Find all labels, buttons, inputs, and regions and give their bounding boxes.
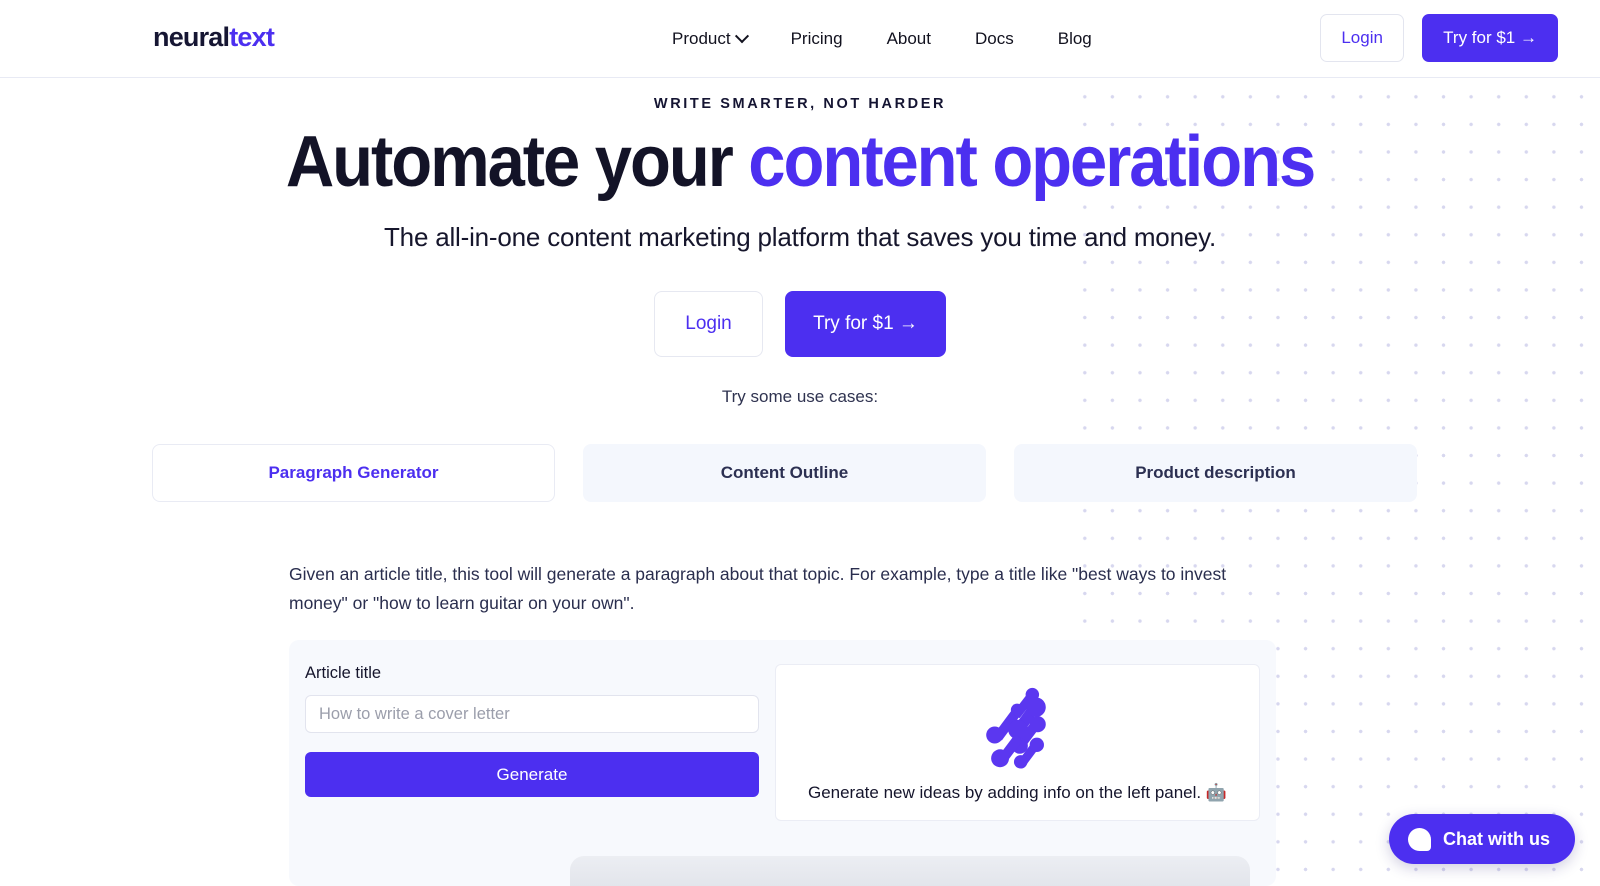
- use-case-tabs: Paragraph Generator Content Outline Prod…: [152, 444, 1417, 502]
- nav-item-docs[interactable]: Docs: [953, 21, 1036, 57]
- hero-subheading: The all-in-one content marketing platfor…: [384, 221, 1216, 252]
- tab-content-outline[interactable]: Content Outline: [583, 444, 986, 502]
- header-try-button[interactable]: Try for $1 →: [1422, 14, 1558, 62]
- page-title: Automate your content operations: [56, 122, 1544, 202]
- tab-label: Content Outline: [720, 463, 849, 482]
- logo-text-primary: neural: [153, 22, 230, 52]
- hero-eyebrow: WRITE SMARTER, NOT HARDER: [653, 96, 947, 112]
- hero-section: WRITE SMARTER, NOT HARDER Automate your …: [0, 78, 1600, 407]
- bottom-preview-card: [570, 856, 1250, 886]
- article-title-input[interactable]: [305, 695, 759, 733]
- tool-description: Given an article title, this tool will g…: [289, 564, 1227, 613]
- page-root: neuraltext Product Pricing About Docs Bl…: [0, 0, 1600, 886]
- neural-network-icon: [985, 687, 1046, 769]
- hero-login-button[interactable]: Login: [654, 290, 763, 357]
- header-actions: Login Try for $1 →: [1320, 14, 1558, 62]
- chat-widget-button[interactable]: Chat with us: [1389, 814, 1575, 864]
- hero-try-button[interactable]: Try for $1 →: [785, 290, 946, 357]
- site-header: neuraltext Product Pricing About Docs Bl…: [0, 0, 1600, 78]
- header-login-button[interactable]: Login: [1320, 14, 1405, 62]
- chevron-down-icon: [734, 29, 749, 44]
- nav-item-about[interactable]: About: [865, 21, 953, 57]
- nav-item-label: Product: [672, 29, 731, 48]
- logo-text-accent: text: [229, 22, 275, 52]
- nav-item-label: Blog: [1057, 29, 1092, 48]
- chat-widget-label: Chat with us: [1443, 828, 1550, 849]
- nav-item-label: Pricing: [790, 29, 843, 48]
- nav-item-label: Docs: [975, 29, 1014, 48]
- empty-state-text: Generate new ideas by adding info on the…: [807, 782, 1228, 802]
- nav-item-blog[interactable]: Blog: [1036, 21, 1114, 57]
- tool-panel: Article title Generate: [289, 640, 1276, 886]
- nav-item-product[interactable]: Product: [650, 21, 769, 57]
- hero-cta-group: Login Try for $1 →: [0, 290, 1600, 357]
- tab-paragraph-generator[interactable]: Paragraph Generator: [152, 444, 555, 502]
- tool-output-panel: Generate new ideas by adding info on the…: [775, 664, 1260, 821]
- nav-item-label: About: [886, 29, 931, 48]
- headline-part-accent: content operations: [748, 122, 1316, 202]
- tab-label: Paragraph Generator: [268, 463, 439, 482]
- tab-label: Product description: [1135, 463, 1296, 482]
- generate-button[interactable]: Generate: [305, 752, 759, 797]
- article-title-label: Article title: [305, 664, 382, 682]
- tool-input-column: Article title Generate: [305, 664, 759, 797]
- main-navigation: Product Pricing About Docs Blog: [650, 0, 1114, 78]
- headline-part-dark: Automate your: [285, 122, 734, 202]
- use-cases-label: Try some use cases:: [721, 386, 879, 406]
- tab-product-description[interactable]: Product description: [1014, 444, 1417, 502]
- logo[interactable]: neuraltext: [153, 22, 275, 53]
- chat-bubble-icon: [1408, 827, 1431, 851]
- nav-item-pricing[interactable]: Pricing: [769, 21, 865, 57]
